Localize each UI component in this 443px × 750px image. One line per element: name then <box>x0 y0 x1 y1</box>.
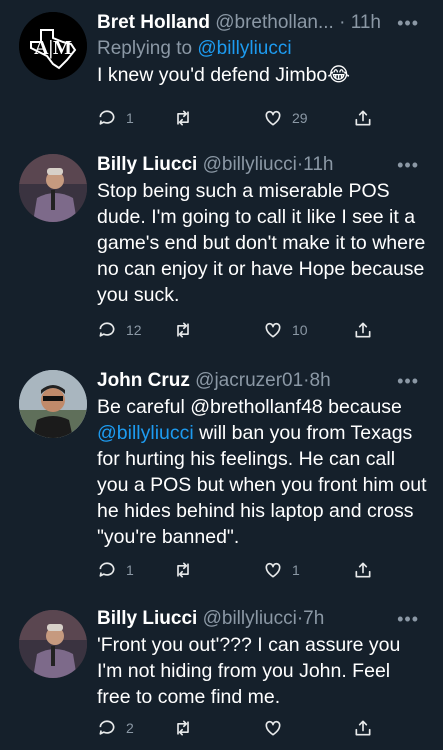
like-button[interactable]: 1 <box>263 558 300 582</box>
retweet-button[interactable] <box>173 558 193 582</box>
author-name[interactable]: Billy Liucci <box>97 608 197 629</box>
replying-to: Replying to @billyliucci <box>97 36 429 62</box>
tweet-1[interactable]: A|M Bret Holland @brethollan... · 11h ••… <box>0 0 443 140</box>
mention-link[interactable]: @billyliucci <box>97 422 194 444</box>
author-handle[interactable]: @billyliucci <box>203 608 297 629</box>
author-name[interactable]: Billy Liucci <box>97 154 197 175</box>
author-handle[interactable]: @brethollan... <box>215 12 334 33</box>
reply-icon <box>99 562 115 577</box>
timestamp[interactable]: 11h <box>303 154 333 175</box>
author-handle[interactable]: @jacruzer01 <box>195 370 303 391</box>
author-name[interactable]: Bret Holland <box>97 12 210 33</box>
avatar[interactable] <box>19 610 87 678</box>
more-icon[interactable]: ••• <box>397 368 419 394</box>
share-button[interactable] <box>353 106 373 130</box>
separator: · <box>339 12 346 33</box>
tweet-text: Be careful @brethollanf48 because @billy… <box>97 394 429 550</box>
laughing-emoji: 😂 <box>327 64 351 86</box>
retweet-button[interactable] <box>173 106 193 130</box>
share-button[interactable] <box>353 716 373 740</box>
timestamp[interactable]: 11h <box>351 12 381 33</box>
tweet-2[interactable]: Billy Liucci @billyliucci·11h ••• Stop b… <box>0 140 443 360</box>
avatar-logo-text: A|M <box>34 37 72 59</box>
person-photo-icon <box>19 370 87 438</box>
like-count: 10 <box>292 322 308 338</box>
replying-prefix: Replying to <box>97 38 198 59</box>
more-icon[interactable]: ••• <box>397 606 419 632</box>
like-button[interactable]: 29 <box>263 106 308 130</box>
timestamp[interactable]: 8h <box>310 370 331 391</box>
more-icon[interactable]: ••• <box>397 10 419 36</box>
retweet-icon <box>177 562 189 578</box>
like-count: 29 <box>292 110 308 126</box>
reply-count: 1 <box>126 562 134 578</box>
retweet-icon <box>177 720 189 736</box>
avatar[interactable] <box>19 154 87 222</box>
reply-button[interactable]: 12 <box>97 318 142 342</box>
like-count: 1 <box>292 562 300 578</box>
timestamp[interactable]: 7h <box>303 608 324 629</box>
share-icon <box>355 562 371 578</box>
retweet-button[interactable] <box>173 716 193 740</box>
like-icon <box>265 110 281 126</box>
share-button[interactable] <box>353 318 373 342</box>
share-button[interactable] <box>353 558 373 582</box>
reply-count: 1 <box>126 110 134 126</box>
reply-count: 12 <box>126 322 142 338</box>
replying-to-handle[interactable]: @billyliucci <box>197 38 291 59</box>
author-name[interactable]: John Cruz <box>97 370 190 391</box>
like-icon <box>265 562 281 578</box>
reply-button[interactable]: 1 <box>97 558 134 582</box>
retweet-icon <box>177 110 189 126</box>
avatar[interactable] <box>19 370 87 438</box>
like-button[interactable] <box>263 716 292 740</box>
avatar[interactable]: A|M <box>19 12 87 80</box>
reply-icon <box>99 110 115 125</box>
reply-count: 2 <box>126 720 134 736</box>
share-icon <box>355 322 371 338</box>
like-icon <box>265 720 281 736</box>
tweet-text: Stop being such a miserable POS dude. I'… <box>97 180 431 306</box>
reply-icon <box>99 720 115 735</box>
author-handle[interactable]: @billyliucci <box>203 154 297 175</box>
texas-am-logo: A|M <box>19 12 87 80</box>
tweet-text: I knew you'd defend Jimbo😂 <box>97 62 429 88</box>
retweet-button[interactable] <box>173 318 193 342</box>
share-icon <box>355 720 371 736</box>
tweet-4[interactable]: Billy Liucci @billyliucci·7h ••• 'Front … <box>0 596 443 750</box>
tweet-text: 'Front you out'??? I can assure you I'm … <box>97 634 406 708</box>
like-button[interactable]: 10 <box>263 318 308 342</box>
reply-icon <box>99 322 115 337</box>
share-icon <box>355 110 371 126</box>
person-photo-icon <box>19 610 87 678</box>
retweet-icon <box>177 322 189 338</box>
tweet-text-part: Be careful @brethollanf48 because <box>97 396 408 418</box>
person-photo-icon <box>19 154 87 222</box>
like-icon <box>265 322 281 338</box>
reply-button[interactable]: 2 <box>97 716 134 740</box>
tweet-text-content: I knew you'd defend Jimbo <box>97 64 328 86</box>
tweet-3[interactable]: John Cruz @jacruzer01·8h ••• Be careful … <box>0 360 443 596</box>
reply-button[interactable]: 1 <box>97 106 134 130</box>
more-icon[interactable]: ••• <box>397 152 419 178</box>
